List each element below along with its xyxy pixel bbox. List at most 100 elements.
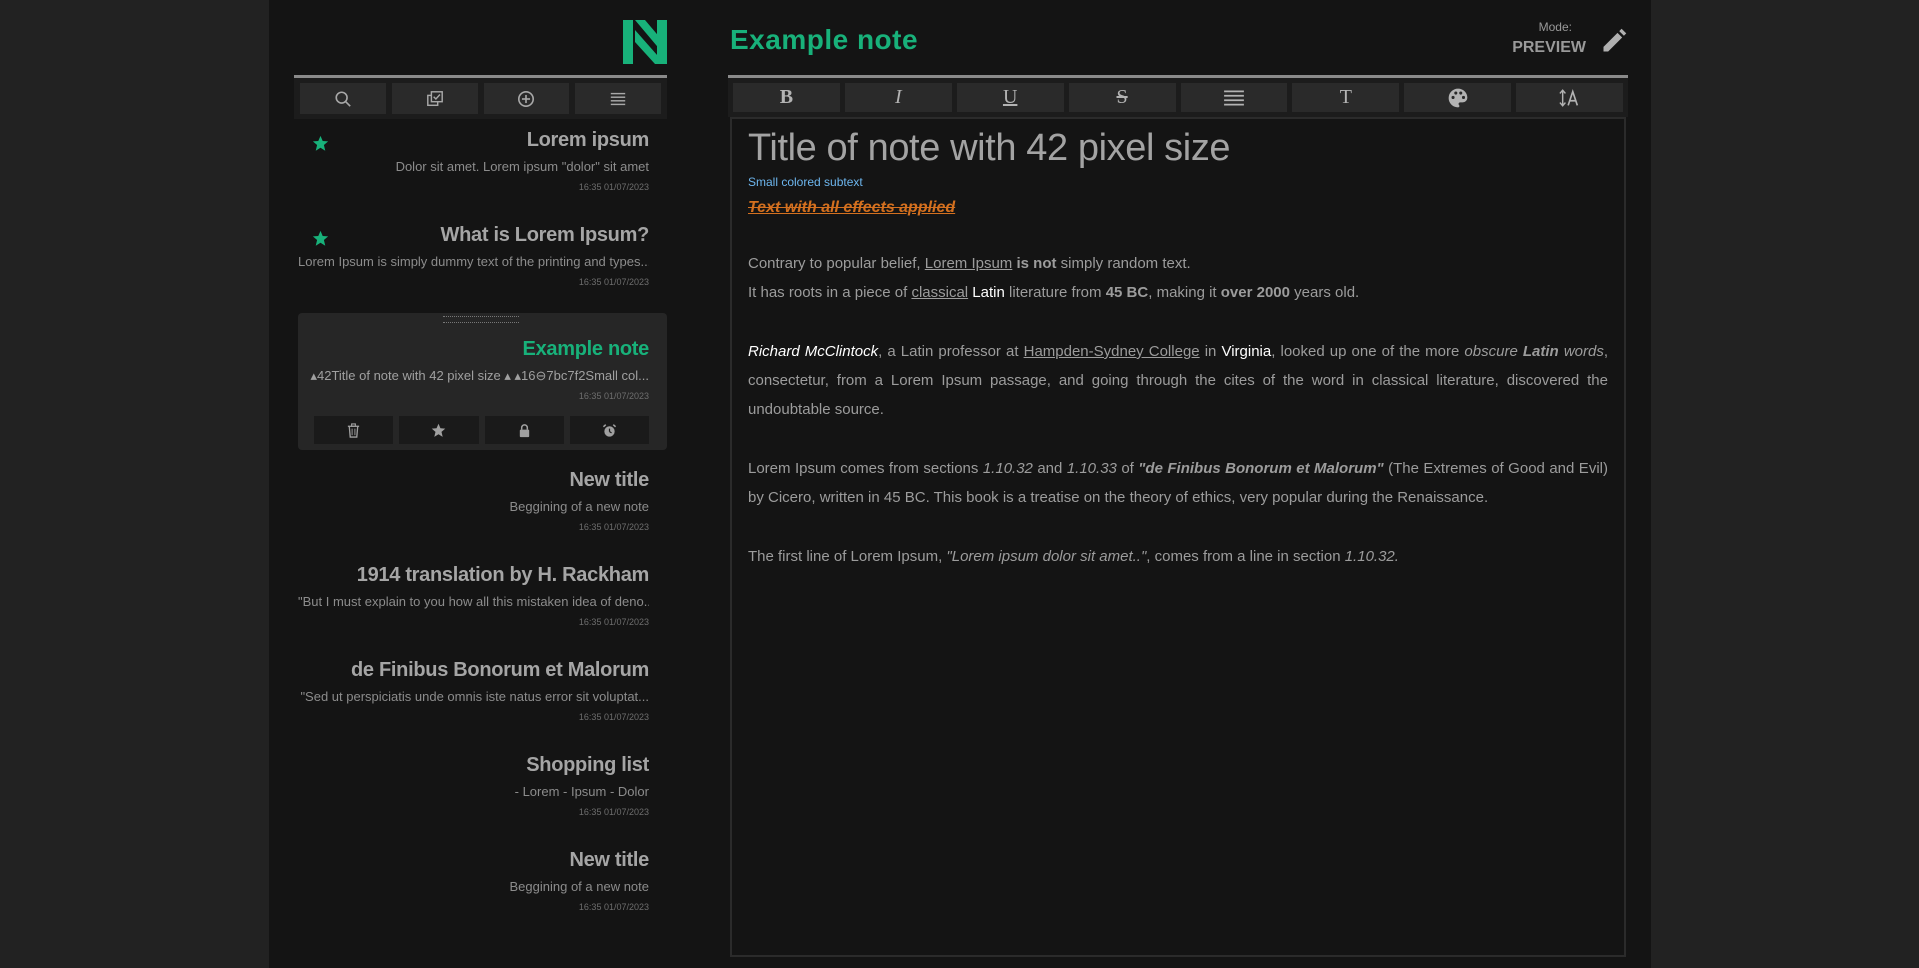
sidebar-toolbar (294, 75, 667, 119)
note-list-item[interactable]: What is Lorem Ipsum? Lorem Ipsum is simp… (298, 223, 667, 288)
note-title-heading[interactable]: Example note (730, 24, 918, 56)
note-title: de Finibus Bonorum et Malorum (351, 659, 649, 681)
drag-handle[interactable] (443, 316, 519, 323)
strikethrough-button[interactable]: S (1068, 83, 1176, 112)
text: , making it (1148, 284, 1221, 301)
trash-icon (348, 422, 360, 438)
bold-icon: B (779, 86, 794, 108)
note-list-item-active[interactable]: Example note ▴42Title of note with 42 pi… (298, 313, 667, 450)
content-subtext: Small colored subtext (748, 175, 863, 189)
link[interactable]: classical (911, 284, 968, 301)
note-title: 1914 translation by H. Rackham (356, 564, 650, 586)
n-logo-icon (623, 20, 667, 64)
format-toolbar: B I U S T (728, 75, 1628, 117)
menu-icon (610, 92, 626, 105)
note-date: 16:35 01/07/2023 (578, 391, 649, 401)
note-title: New title (569, 849, 649, 871)
text: , comes from a line in section (1146, 548, 1345, 565)
note-actions (314, 416, 649, 444)
link[interactable]: Hampden-Sydney College (1024, 343, 1200, 360)
paragraph: Richard McClintock, a Latin professor at… (748, 337, 1608, 424)
underline-button[interactable]: U (956, 83, 1064, 112)
lock-note-button[interactable] (484, 416, 564, 444)
star-icon (312, 135, 329, 151)
align-button[interactable] (1180, 83, 1288, 112)
delete-note-button[interactable] (314, 416, 394, 444)
alarm-icon (602, 423, 616, 437)
strikethrough-icon: S (1116, 86, 1128, 108)
note-date: 16:35 01/07/2023 (578, 902, 649, 912)
highlight-text: Virginia (1221, 343, 1272, 360)
menu-button[interactable] (575, 83, 661, 114)
highlight-text: Latin (972, 284, 1005, 301)
note-date: 16:35 01/07/2023 (578, 617, 649, 627)
pencil-icon[interactable] (1600, 27, 1628, 55)
note-list-item[interactable]: 1914 translation by H. Rackham "But I mu… (298, 563, 667, 628)
note-preview: Dolor sit amet. Lorem ipsum "dolor" sit … (395, 159, 649, 174)
text-size-icon: T (1339, 86, 1352, 108)
font-size-button[interactable] (1516, 83, 1623, 112)
italic-button[interactable]: I (844, 83, 952, 112)
content-effects-text: Text with all effects applied (748, 199, 956, 216)
note-title: What is Lorem Ipsum? (440, 224, 650, 246)
editor-panel: Example note Mode: PREVIEW B I U S T Tit… (728, 0, 1628, 968)
sidebar: Lorem ipsum Dolor sit amet. Lorem ipsum … (294, 0, 667, 968)
color-button[interactable] (1404, 83, 1512, 112)
note-list-item[interactable]: New title Beggining of a new note 16:35 … (298, 848, 667, 913)
text-size-button[interactable]: T (1292, 83, 1400, 112)
note-date: 16:35 01/07/2023 (578, 277, 649, 287)
mode-value: PREVIEW (1512, 39, 1586, 56)
note-list-item[interactable]: Lorem ipsum Dolor sit amet. Lorem ipsum … (298, 128, 667, 193)
italic-text: words (1563, 343, 1604, 360)
italic-text: Richard McClintock (748, 343, 879, 360)
mode-label: Mode: (1538, 20, 1572, 34)
text: It has roots in a piece of (748, 284, 912, 301)
text: , looked up one of the more (1271, 343, 1465, 360)
italic-icon: I (894, 86, 902, 108)
italic-text: obscure (1464, 343, 1518, 360)
note-title: New title (569, 469, 649, 491)
star-note-button[interactable] (399, 416, 479, 444)
bold-italic-text: "de Finibus Bonorum et Malorum" (1138, 460, 1384, 477)
link[interactable]: Lorem Ipsum (925, 255, 1013, 272)
underline-icon: U (1002, 86, 1018, 108)
note-date: 16:35 01/07/2023 (578, 182, 649, 192)
paragraph: Lorem Ipsum comes from sections 1.10.32 … (748, 454, 1608, 512)
note-title: Shopping list (526, 754, 649, 776)
star-icon (312, 230, 329, 246)
text: Contrary to popular belief, (748, 255, 925, 272)
italic-text: 1.10.32 (982, 460, 1033, 477)
add-note-icon (518, 90, 535, 107)
note-preview: Lorem Ipsum is simply dummy text of the … (298, 254, 649, 269)
note-content[interactable]: Title of note with 42 pixel size Small c… (730, 117, 1626, 957)
note-preview: Beggining of a new note (509, 879, 650, 894)
font-size-icon (1558, 88, 1578, 107)
note-title: Example note (522, 338, 650, 360)
paragraph: Contrary to popular belief, Lorem Ipsum … (748, 249, 1608, 278)
align-icon (1224, 90, 1244, 105)
text: in (1199, 343, 1222, 360)
note-title: Lorem ipsum (526, 129, 650, 151)
note-preview: - Lorem - Ipsum - Dolor (514, 784, 649, 799)
note-list-item[interactable]: Shopping list - Lorem - Ipsum - Dolor 16… (298, 753, 667, 818)
text: years old. (1290, 284, 1360, 301)
select-notes-button[interactable] (391, 83, 478, 114)
note-date: 16:35 01/07/2023 (578, 712, 649, 722)
add-note-button[interactable] (483, 83, 570, 114)
bold-button[interactable]: B (733, 83, 840, 112)
note-preview: ▴42Title of note with 42 pixel size ▴ ▴1… (310, 368, 649, 383)
note-list-item[interactable]: de Finibus Bonorum et Malorum "Sed ut pe… (298, 658, 667, 723)
color-palette-icon (1448, 88, 1468, 107)
lock-icon (519, 423, 529, 437)
note-list-item[interactable]: New title Beggining of a new note 16:35 … (298, 468, 667, 533)
note-preview: "But I must explain to you how all this … (298, 594, 649, 609)
search-button[interactable] (300, 83, 386, 114)
reminder-button[interactable] (569, 416, 649, 444)
italic-text: 1.10.32. (1344, 548, 1399, 565)
text: Lorem Ipsum comes from sections (748, 460, 983, 477)
note-preview: "Sed ut perspiciatis unde omnis iste nat… (300, 689, 649, 704)
